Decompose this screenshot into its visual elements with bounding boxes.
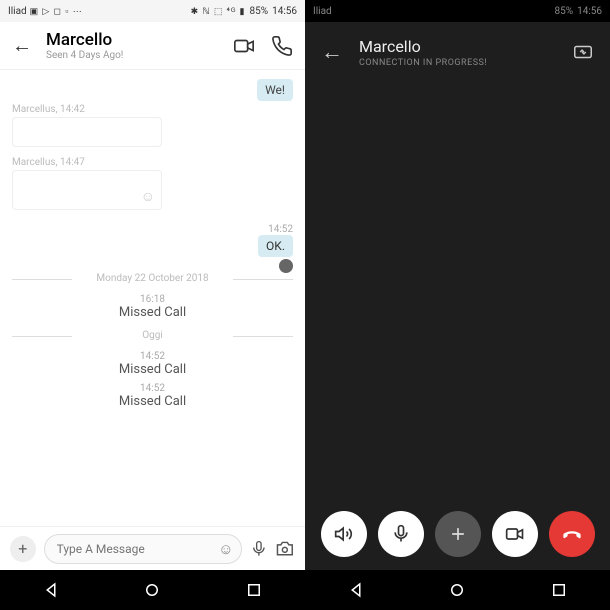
message-input-bar: + ☺ (0, 526, 305, 570)
message-meta: Marcellus, 14:42 (12, 104, 293, 115)
incoming-bubble[interactable]: ☺ (12, 170, 162, 210)
back-arrow-icon[interactable]: ← (321, 39, 343, 65)
nav-home-icon[interactable] (448, 581, 466, 599)
call-screen: Iliad 85% 14:56 ← Marcello CONNECTION IN… (305, 0, 610, 610)
battery-percent: 85% (250, 6, 269, 17)
last-seen: Seen 4 Days Ago! (46, 50, 233, 61)
nav-home-icon[interactable] (143, 581, 161, 599)
call-time: 14:52 (12, 351, 293, 362)
emoji-icon[interactable]: ☺ (218, 540, 233, 558)
end-call-button[interactable] (549, 511, 595, 557)
call-label: Missed Call (12, 394, 293, 409)
connectivity-icons: ✱ ℕ ⬚ ⁴ᴳ ▮ (191, 6, 246, 17)
read-avatar-icon (279, 259, 293, 273)
smile-icon: ☺ (141, 188, 155, 205)
mic-icon[interactable] (250, 540, 268, 558)
contact-name[interactable]: Marcello (46, 30, 233, 50)
call-label: Missed Call (12, 305, 293, 320)
back-arrow-icon[interactable]: ← (12, 33, 32, 58)
mute-button[interactable] (378, 511, 424, 557)
chat-messages[interactable]: We! Marcellus, 14:42 Marcellus, 14:47 ☺ … (0, 70, 305, 526)
date-divider: Oggi (12, 330, 293, 341)
chat-screen: Iliad ▣ ▷ ◻ ▫ ⋯ ✱ ℕ ⬚ ⁴ᴳ ▮ 85% 14:56 ← M… (0, 0, 305, 610)
nav-back-icon[interactable] (347, 581, 365, 599)
outgoing-bubble[interactable]: We! (257, 79, 293, 101)
call-header: ← Marcello CONNECTION IN PROGRESS! (305, 22, 610, 82)
camera-swap-icon[interactable] (572, 41, 594, 63)
attach-button[interactable]: + (10, 536, 36, 562)
call-contact-name: Marcello (359, 37, 556, 56)
carrier-label: Iliad (313, 6, 332, 17)
video-call-icon[interactable] (233, 35, 255, 57)
nav-recent-icon[interactable] (550, 581, 568, 599)
call-time: 14:52 (12, 383, 293, 394)
android-nav-bar (0, 570, 305, 610)
call-label: Missed Call (12, 362, 293, 377)
call-time: 16:18 (12, 294, 293, 305)
status-time: 14:56 (272, 6, 297, 17)
notification-icons: ▣ ▷ ◻ ▫ ⋯ (30, 6, 83, 17)
carrier-label: Iliad (8, 6, 27, 17)
chat-header: ← Marcello Seen 4 Days Ago! (0, 22, 305, 70)
missed-call-entry[interactable]: 16:18 Missed Call (12, 294, 293, 320)
nav-back-icon[interactable] (42, 581, 60, 599)
status-bar: Iliad ▣ ▷ ◻ ▫ ⋯ ✱ ℕ ⬚ ⁴ᴳ ▮ 85% 14:56 (0, 0, 305, 22)
video-toggle-button[interactable] (492, 511, 538, 557)
incoming-bubble[interactable] (12, 117, 162, 147)
message-meta: Marcellus, 14:47 (12, 157, 293, 168)
date-divider: Monday 22 October 2018 (12, 273, 293, 284)
status-bar: Iliad 85% 14:56 (305, 0, 610, 22)
phone-call-icon[interactable] (271, 35, 293, 57)
android-nav-bar (305, 570, 610, 610)
missed-call-entry[interactable]: 14:52 Missed Call (12, 351, 293, 377)
message-time: 14:52 (268, 224, 293, 235)
message-input[interactable] (44, 534, 242, 564)
status-time: 14:56 (577, 6, 602, 17)
call-status-label: CONNECTION IN PROGRESS! (359, 58, 556, 68)
outgoing-bubble[interactable]: OK. (258, 235, 293, 257)
speaker-button[interactable] (321, 511, 367, 557)
add-button[interactable] (435, 511, 481, 557)
call-video-area (305, 82, 610, 498)
call-controls (305, 498, 610, 570)
battery-percent: 85% (555, 6, 574, 17)
missed-call-entry[interactable]: 14:52 Missed Call (12, 383, 293, 409)
camera-icon[interactable] (275, 539, 295, 559)
nav-recent-icon[interactable] (245, 581, 263, 599)
